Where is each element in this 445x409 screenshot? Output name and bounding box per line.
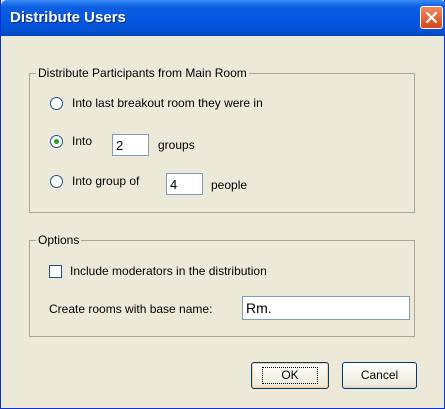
cancel-button-label: Cancel (360, 368, 399, 382)
radio-groups[interactable] (50, 134, 63, 148)
group-size-suffix-label: people (211, 178, 248, 192)
option-groups[interactable]: Into (50, 134, 92, 148)
radio-last-room[interactable] (50, 96, 63, 110)
close-icon (425, 11, 438, 24)
base-name-label: Create rooms with base name: (49, 302, 213, 316)
option-group-size-label: Into group of (72, 174, 140, 188)
option-last-room-label: Into last breakout room they were in (72, 96, 263, 110)
include-moderators-label: Include moderators in the distribution (70, 264, 267, 278)
groups-suffix-label: groups (158, 138, 195, 152)
dialog-title: Distribute Users (10, 9, 126, 26)
distribute-group-legend: Distribute Participants from Main Room (36, 66, 249, 80)
option-group-size[interactable]: Into group of (50, 174, 139, 188)
cancel-button[interactable]: Cancel (342, 362, 417, 389)
include-moderators-option[interactable]: Include moderators in the distribution (49, 264, 267, 278)
options-group: Options (29, 233, 415, 337)
include-moderators-checkbox[interactable] (49, 264, 62, 278)
title-bar[interactable]: Distribute Users (1, 0, 445, 36)
groups-count-input[interactable] (112, 134, 149, 156)
ok-button-label: OK (262, 367, 318, 384)
radio-group-size[interactable] (50, 174, 63, 188)
option-groups-label: Into (72, 134, 93, 148)
base-name-input[interactable] (242, 296, 410, 320)
ok-button[interactable]: OK (251, 362, 329, 389)
group-size-input[interactable] (166, 173, 203, 195)
options-group-legend: Options (36, 233, 82, 247)
option-last-room[interactable]: Into last breakout room they were in (50, 96, 263, 110)
distribute-users-dialog: Distribute Users Distribute Participants… (0, 0, 445, 409)
close-button[interactable] (420, 6, 443, 29)
